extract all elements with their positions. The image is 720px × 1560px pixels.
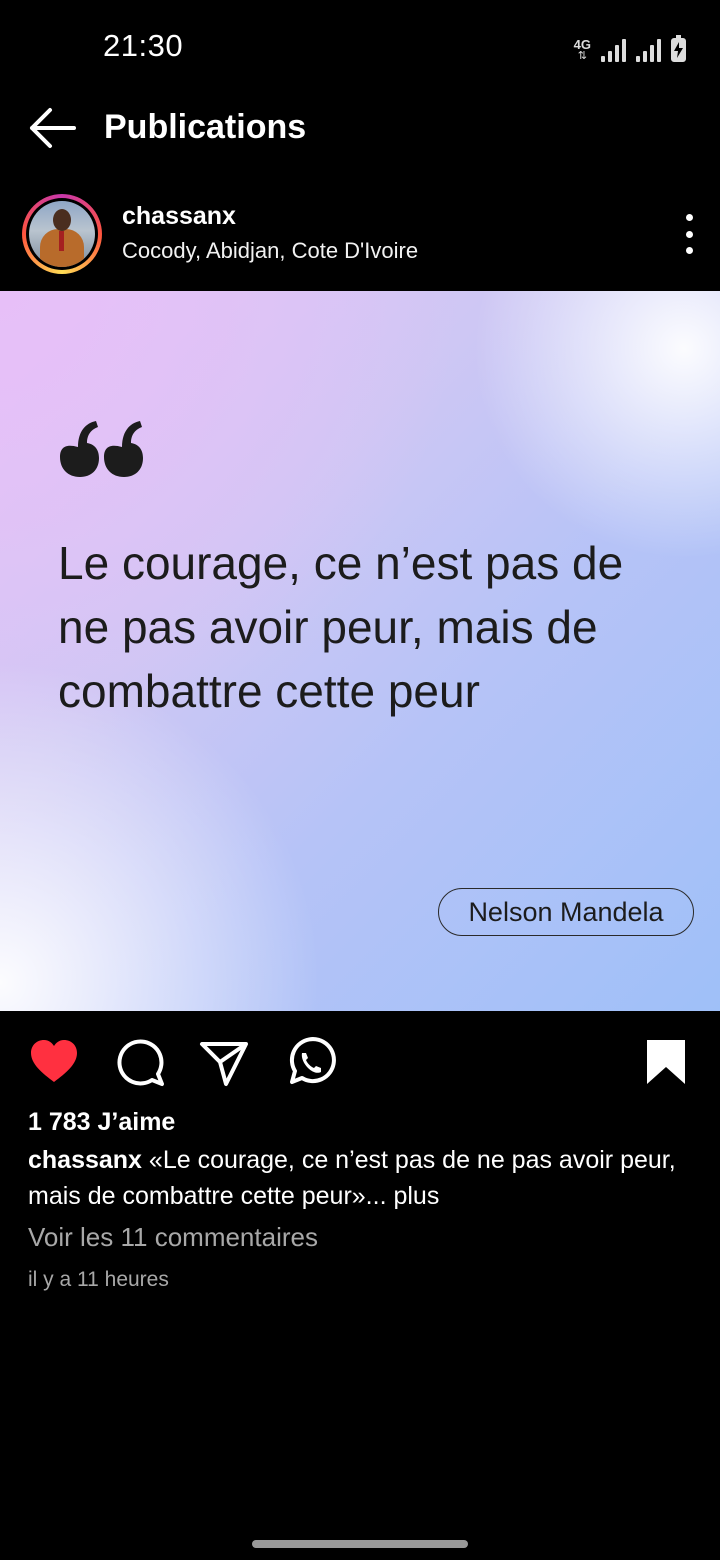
battery-icon bbox=[671, 35, 686, 62]
post-location[interactable]: Cocody, Abidjan, Cote D'Ivoire bbox=[122, 238, 418, 264]
status-icons: 4G ⇅ bbox=[574, 32, 686, 62]
page-title: Publications bbox=[104, 108, 307, 146]
save-button[interactable] bbox=[640, 1036, 692, 1088]
caption-more-link[interactable]: plus bbox=[393, 1182, 439, 1210]
quote-mark-icon bbox=[60, 421, 143, 477]
signal-icon bbox=[601, 38, 626, 62]
post-image[interactable]: Le courage, ce n’est pas de ne pas avoir… bbox=[0, 291, 720, 1011]
comment-icon bbox=[117, 1039, 164, 1086]
data-arrows-icon: ⇅ bbox=[577, 50, 587, 62]
status-time: 21:30 bbox=[103, 28, 184, 63]
status-bar: 21:30 4G ⇅ bbox=[0, 0, 720, 92]
caption-username[interactable]: chassanx bbox=[28, 1146, 142, 1174]
share-icon bbox=[200, 1042, 248, 1086]
whatsapp-button[interactable] bbox=[284, 1036, 336, 1088]
share-button[interactable] bbox=[198, 1036, 250, 1088]
likes-count[interactable]: 1 783 J’aime bbox=[28, 1108, 175, 1137]
heart-icon bbox=[31, 1040, 77, 1082]
bookmark-icon bbox=[647, 1040, 685, 1084]
author-badge: Nelson Mandela bbox=[438, 888, 694, 936]
post-caption: chassanx «Le courage, ce n’est pas de ne… bbox=[28, 1142, 688, 1214]
whatsapp-icon bbox=[289, 1037, 336, 1084]
top-app-bar: Publications bbox=[0, 92, 720, 164]
view-comments-link[interactable]: Voir les 11 commentaires bbox=[28, 1222, 318, 1253]
avatar-photo bbox=[29, 201, 95, 267]
post-header: chassanx Cocody, Abidjan, Cote D'Ivoire bbox=[0, 190, 720, 282]
back-arrow-icon bbox=[30, 108, 76, 148]
signal-icon-2 bbox=[636, 38, 661, 62]
home-indicator[interactable] bbox=[252, 1540, 468, 1548]
post-username[interactable]: chassanx bbox=[122, 202, 236, 231]
back-button[interactable] bbox=[24, 102, 78, 154]
quote-text: Le courage, ce n’est pas de ne pas avoir… bbox=[58, 537, 624, 717]
network-indicator: 4G ⇅ bbox=[574, 38, 591, 62]
post-actions bbox=[0, 1030, 720, 1094]
comment-button[interactable] bbox=[114, 1036, 166, 1088]
more-vertical-icon bbox=[685, 214, 693, 221]
like-button[interactable] bbox=[28, 1036, 80, 1088]
more-options-button[interactable] bbox=[678, 214, 700, 254]
avatar[interactable] bbox=[22, 194, 102, 274]
post-timestamp: il y a 11 heures bbox=[28, 1268, 169, 1291]
